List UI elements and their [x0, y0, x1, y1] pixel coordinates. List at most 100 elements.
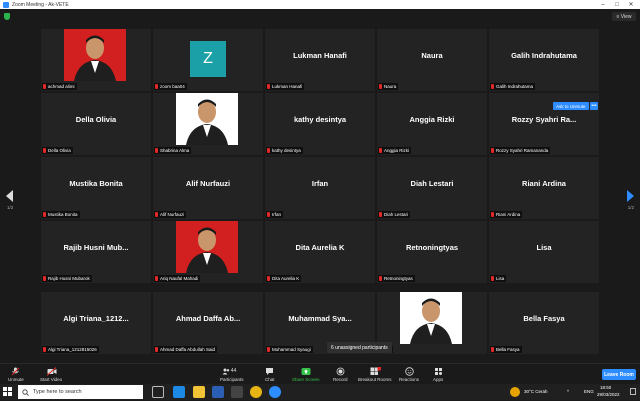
- participant-tile[interactable]: Ahmad Daffa Ab... Ahmad Daffa Abdullah Sa…: [153, 292, 263, 354]
- participant-display-name: Ahmad Daffa Ab...: [175, 314, 241, 323]
- previous-page-arrow-icon[interactable]: [6, 190, 13, 202]
- chat-label: Chat: [265, 377, 275, 382]
- participant-label-text: Lukman Hanafi: [272, 84, 303, 89]
- breakout-rooms-button[interactable]: Breakout Rooms: [358, 365, 392, 385]
- task-view-icon[interactable]: [152, 386, 164, 398]
- participant-tile[interactable]: Rajib Husni Mub... Rajib Husni Mubarok: [41, 221, 151, 283]
- participant-tile[interactable]: achmad alimi: [41, 29, 151, 91]
- participants-label: Participants: [220, 377, 244, 382]
- participant-label-text: Rajib Husni Mubarok: [48, 276, 90, 281]
- participant-display-name: Rajib Husni Mub...: [63, 243, 129, 252]
- participant-label-text: Shabrina Alma: [160, 148, 190, 153]
- muted-mic-icon: [267, 347, 270, 352]
- unmute-button[interactable]: Unmute: [8, 365, 24, 385]
- file-explorer-icon[interactable]: [193, 386, 205, 398]
- participant-display-name: Rozzy Syahri Ra...: [511, 115, 577, 124]
- participant-tile[interactable]: Dita Aurelia K Dita Aurelia K: [265, 221, 375, 283]
- participant-tile[interactable]: Irfan Irfan: [265, 157, 375, 219]
- participant-name-label: Rajib Husni Mubarok: [42, 275, 92, 282]
- ask-to-unmute-button[interactable]: Ask to Unmute: [553, 102, 589, 110]
- gallery-grid: achmad alimi Zzoom baa04 Lukman Hanafi Lukm…: [41, 29, 599, 354]
- participant-name-label: Irfan: [266, 211, 284, 218]
- share-screen-button[interactable]: Share Screen: [292, 365, 320, 385]
- reactions-button[interactable]: Reactions: [399, 365, 419, 385]
- zoom-taskbar-icon[interactable]: [269, 386, 281, 398]
- muted-mic-icon: [491, 148, 494, 153]
- tray-chevron-icon[interactable]: ^: [567, 389, 569, 394]
- participant-tile[interactable]: Della Olivia Della Olivia: [41, 93, 151, 155]
- view-button[interactable]: ≡ View: [612, 12, 636, 21]
- participant-photo: [400, 292, 462, 344]
- participant-tile[interactable]: Riani Ardina Riani Ardina: [489, 157, 599, 219]
- weather-icon: [510, 387, 520, 397]
- notification-icon[interactable]: [630, 388, 636, 395]
- participant-tile[interactable]: Galih Indrahutama Galih Indrahutama: [489, 29, 599, 91]
- apps-icon: [434, 367, 443, 376]
- participant-label-text: Mustika Bonita: [48, 212, 78, 217]
- clock-date[interactable]: 29/03/2022: [597, 392, 620, 397]
- participant-tile[interactable]: kathy desintya kathy desintya: [265, 93, 375, 155]
- participant-label-text: Naura: [384, 84, 397, 89]
- participant-tile[interactable]: Lukman Hanafi Lukman Hanafi: [265, 29, 375, 91]
- breakout-rooms-icon: [370, 367, 382, 376]
- breakout-rooms-label: Breakout Rooms: [358, 377, 392, 382]
- windows-taskbar: Type here to search 30°C Cerah ^ ENG 18:…: [0, 384, 640, 400]
- participant-name-label: Lukman Hanafi: [266, 83, 305, 90]
- apps-label: Apps: [433, 377, 444, 382]
- more-options-button[interactable]: •••: [590, 102, 598, 110]
- participant-tile[interactable]: Retnoningtyas Retnoningtyas: [377, 221, 487, 283]
- leave-room-button[interactable]: Leave Room: [602, 369, 636, 380]
- participant-display-name: Anggia Rizki: [409, 115, 455, 124]
- participant-label-text: achmad alimi: [48, 84, 75, 89]
- participant-label-text: Anggia Rizki: [384, 148, 410, 153]
- participant-tile[interactable]: Naura Naura: [377, 29, 487, 91]
- participant-tile[interactable]: Zzoom baa04: [153, 29, 263, 91]
- page-indicator-left: 1/2: [7, 205, 14, 210]
- mail-icon[interactable]: [231, 386, 243, 398]
- zoom-app-icon: [3, 1, 9, 8]
- participant-tile[interactable]: Alif Nurfauzi Alif Nurfauzi: [153, 157, 263, 219]
- participant-name-label: Dita Aurelia K: [266, 275, 302, 282]
- next-page-arrow-icon[interactable]: [627, 190, 634, 202]
- participant-tile[interactable]: Anggia Rizki Anggia Rizki: [377, 93, 487, 155]
- participant-tile[interactable]: Mustika Bonita Mustika Bonita: [41, 157, 151, 219]
- participant-photo: [64, 29, 126, 81]
- edge-browser-icon[interactable]: [173, 386, 185, 398]
- participant-tile[interactable]: Lisa Lisa: [489, 221, 599, 283]
- participant-tile[interactable]: Bella Fasya Bella Fasya: [489, 292, 599, 354]
- participant-label-text: zoom baa04: [160, 84, 185, 89]
- language-indicator[interactable]: ENG: [584, 389, 594, 394]
- participant-display-name: Galih Indrahutama: [511, 51, 577, 60]
- store-icon[interactable]: [212, 386, 224, 398]
- minimize-button[interactable]: –: [596, 0, 610, 9]
- participant-display-name: Diah Lestari: [410, 179, 454, 188]
- participants-button[interactable]: 44 Participants: [220, 365, 244, 385]
- participant-name-label: Bella Fasya: [490, 346, 522, 353]
- chat-button[interactable]: Chat: [265, 365, 275, 385]
- participant-tile[interactable]: Ariq Naufal Mahadi: [153, 221, 263, 283]
- close-button[interactable]: ✕: [624, 0, 638, 9]
- clock-time[interactable]: 18:50: [600, 385, 611, 390]
- weather-text[interactable]: 30°C Cerah: [524, 389, 548, 394]
- participant-tile[interactable]: Algi Triana_1212... Algi Triana_121281502…: [41, 292, 151, 354]
- search-placeholder: Type here to search: [33, 389, 82, 395]
- participant-label-text: Algi Triana_1212815026: [48, 347, 97, 352]
- start-video-button[interactable]: Start Video: [40, 365, 62, 385]
- participant-tile[interactable]: Shabrina Alma: [153, 93, 263, 155]
- participant-name-label: Lisa: [490, 275, 507, 282]
- apps-button[interactable]: Apps: [433, 365, 443, 385]
- taskbar-search-box[interactable]: Type here to search: [18, 385, 143, 399]
- record-button[interactable]: Record: [333, 365, 348, 385]
- reactions-label: Reactions: [399, 377, 420, 382]
- participant-tile[interactable]: Diah Lestari Diah Lestari: [377, 157, 487, 219]
- participant-label-text: Lisa: [496, 276, 505, 281]
- maximize-button[interactable]: □: [610, 0, 624, 9]
- participant-tile[interactable]: smi: [377, 292, 487, 354]
- chrome-browser-icon[interactable]: [250, 386, 262, 398]
- muted-mic-icon: [43, 347, 46, 352]
- participant-name-label: Galih Indrahutama: [490, 83, 536, 90]
- windows-start-icon[interactable]: [3, 387, 13, 397]
- muted-mic-icon: [491, 347, 494, 352]
- muted-mic-icon: [379, 276, 382, 281]
- security-shield-icon[interactable]: [4, 13, 10, 20]
